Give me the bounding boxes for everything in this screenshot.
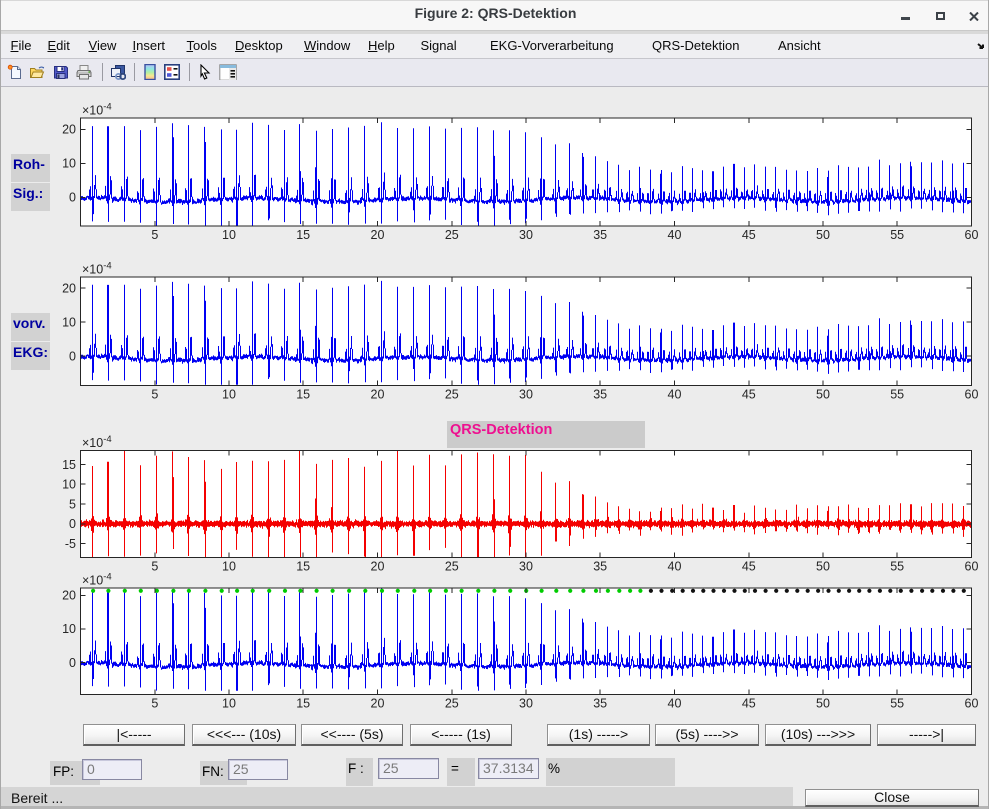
svg-text:60: 60 (965, 388, 979, 402)
svg-text:45: 45 (742, 228, 756, 242)
svg-text:5: 5 (151, 388, 158, 402)
svg-text:20: 20 (62, 281, 76, 295)
svg-text:45: 45 (742, 388, 756, 402)
svg-text:35: 35 (593, 560, 607, 574)
svg-text:55: 55 (890, 228, 904, 242)
svg-text:15: 15 (296, 560, 310, 574)
svg-text:15: 15 (62, 458, 76, 472)
svg-text:15: 15 (296, 388, 310, 402)
svg-text:20: 20 (62, 123, 76, 137)
svg-text:10: 10 (62, 315, 76, 329)
svg-text:10: 10 (222, 228, 236, 242)
svg-text:10: 10 (222, 560, 236, 574)
svg-text:5: 5 (151, 228, 158, 242)
svg-text:10: 10 (62, 478, 76, 492)
svg-text:5: 5 (151, 697, 158, 711)
svg-text:10: 10 (222, 388, 236, 402)
svg-text:30: 30 (519, 228, 533, 242)
svg-text:25: 25 (445, 388, 459, 402)
svg-text:20: 20 (371, 560, 385, 574)
svg-text:20: 20 (371, 228, 385, 242)
svg-text:40: 40 (668, 228, 682, 242)
svg-text:50: 50 (816, 388, 830, 402)
svg-text:20: 20 (371, 388, 385, 402)
svg-text:15: 15 (296, 697, 310, 711)
svg-text:50: 50 (816, 560, 830, 574)
svg-text:0: 0 (69, 656, 76, 670)
svg-text:×10-4: ×10-4 (82, 434, 112, 450)
svg-text:0: 0 (69, 517, 76, 531)
svg-text:0: 0 (69, 191, 76, 205)
svg-text:30: 30 (519, 560, 533, 574)
svg-text:55: 55 (890, 697, 904, 711)
svg-text:55: 55 (890, 388, 904, 402)
svg-text:30: 30 (519, 388, 533, 402)
svg-text:50: 50 (816, 228, 830, 242)
svg-text:35: 35 (593, 388, 607, 402)
svg-text:5: 5 (69, 497, 76, 511)
svg-text:10: 10 (62, 622, 76, 636)
svg-text:×10-4: ×10-4 (82, 102, 112, 118)
svg-text:50: 50 (816, 697, 830, 711)
svg-text:35: 35 (593, 697, 607, 711)
svg-text:40: 40 (668, 388, 682, 402)
svg-text:25: 25 (445, 560, 459, 574)
svg-text:25: 25 (445, 228, 459, 242)
svg-text:55: 55 (890, 560, 904, 574)
svg-text:10: 10 (222, 697, 236, 711)
svg-text:15: 15 (296, 228, 310, 242)
svg-text:60: 60 (965, 560, 979, 574)
svg-text:20: 20 (371, 697, 385, 711)
svg-text:5: 5 (151, 560, 158, 574)
svg-text:25: 25 (445, 697, 459, 711)
svg-text:35: 35 (593, 228, 607, 242)
svg-text:40: 40 (668, 560, 682, 574)
svg-text:10: 10 (62, 157, 76, 171)
svg-text:20: 20 (62, 589, 76, 603)
svg-text:60: 60 (965, 228, 979, 242)
svg-text:-5: -5 (65, 537, 76, 551)
svg-text:60: 60 (965, 697, 979, 711)
svg-text:30: 30 (519, 697, 533, 711)
svg-text:40: 40 (668, 697, 682, 711)
svg-text:45: 45 (742, 697, 756, 711)
svg-text:0: 0 (69, 349, 76, 363)
svg-text:×10-4: ×10-4 (82, 572, 112, 588)
svg-text:45: 45 (742, 560, 756, 574)
svg-text:×10-4: ×10-4 (82, 261, 112, 277)
